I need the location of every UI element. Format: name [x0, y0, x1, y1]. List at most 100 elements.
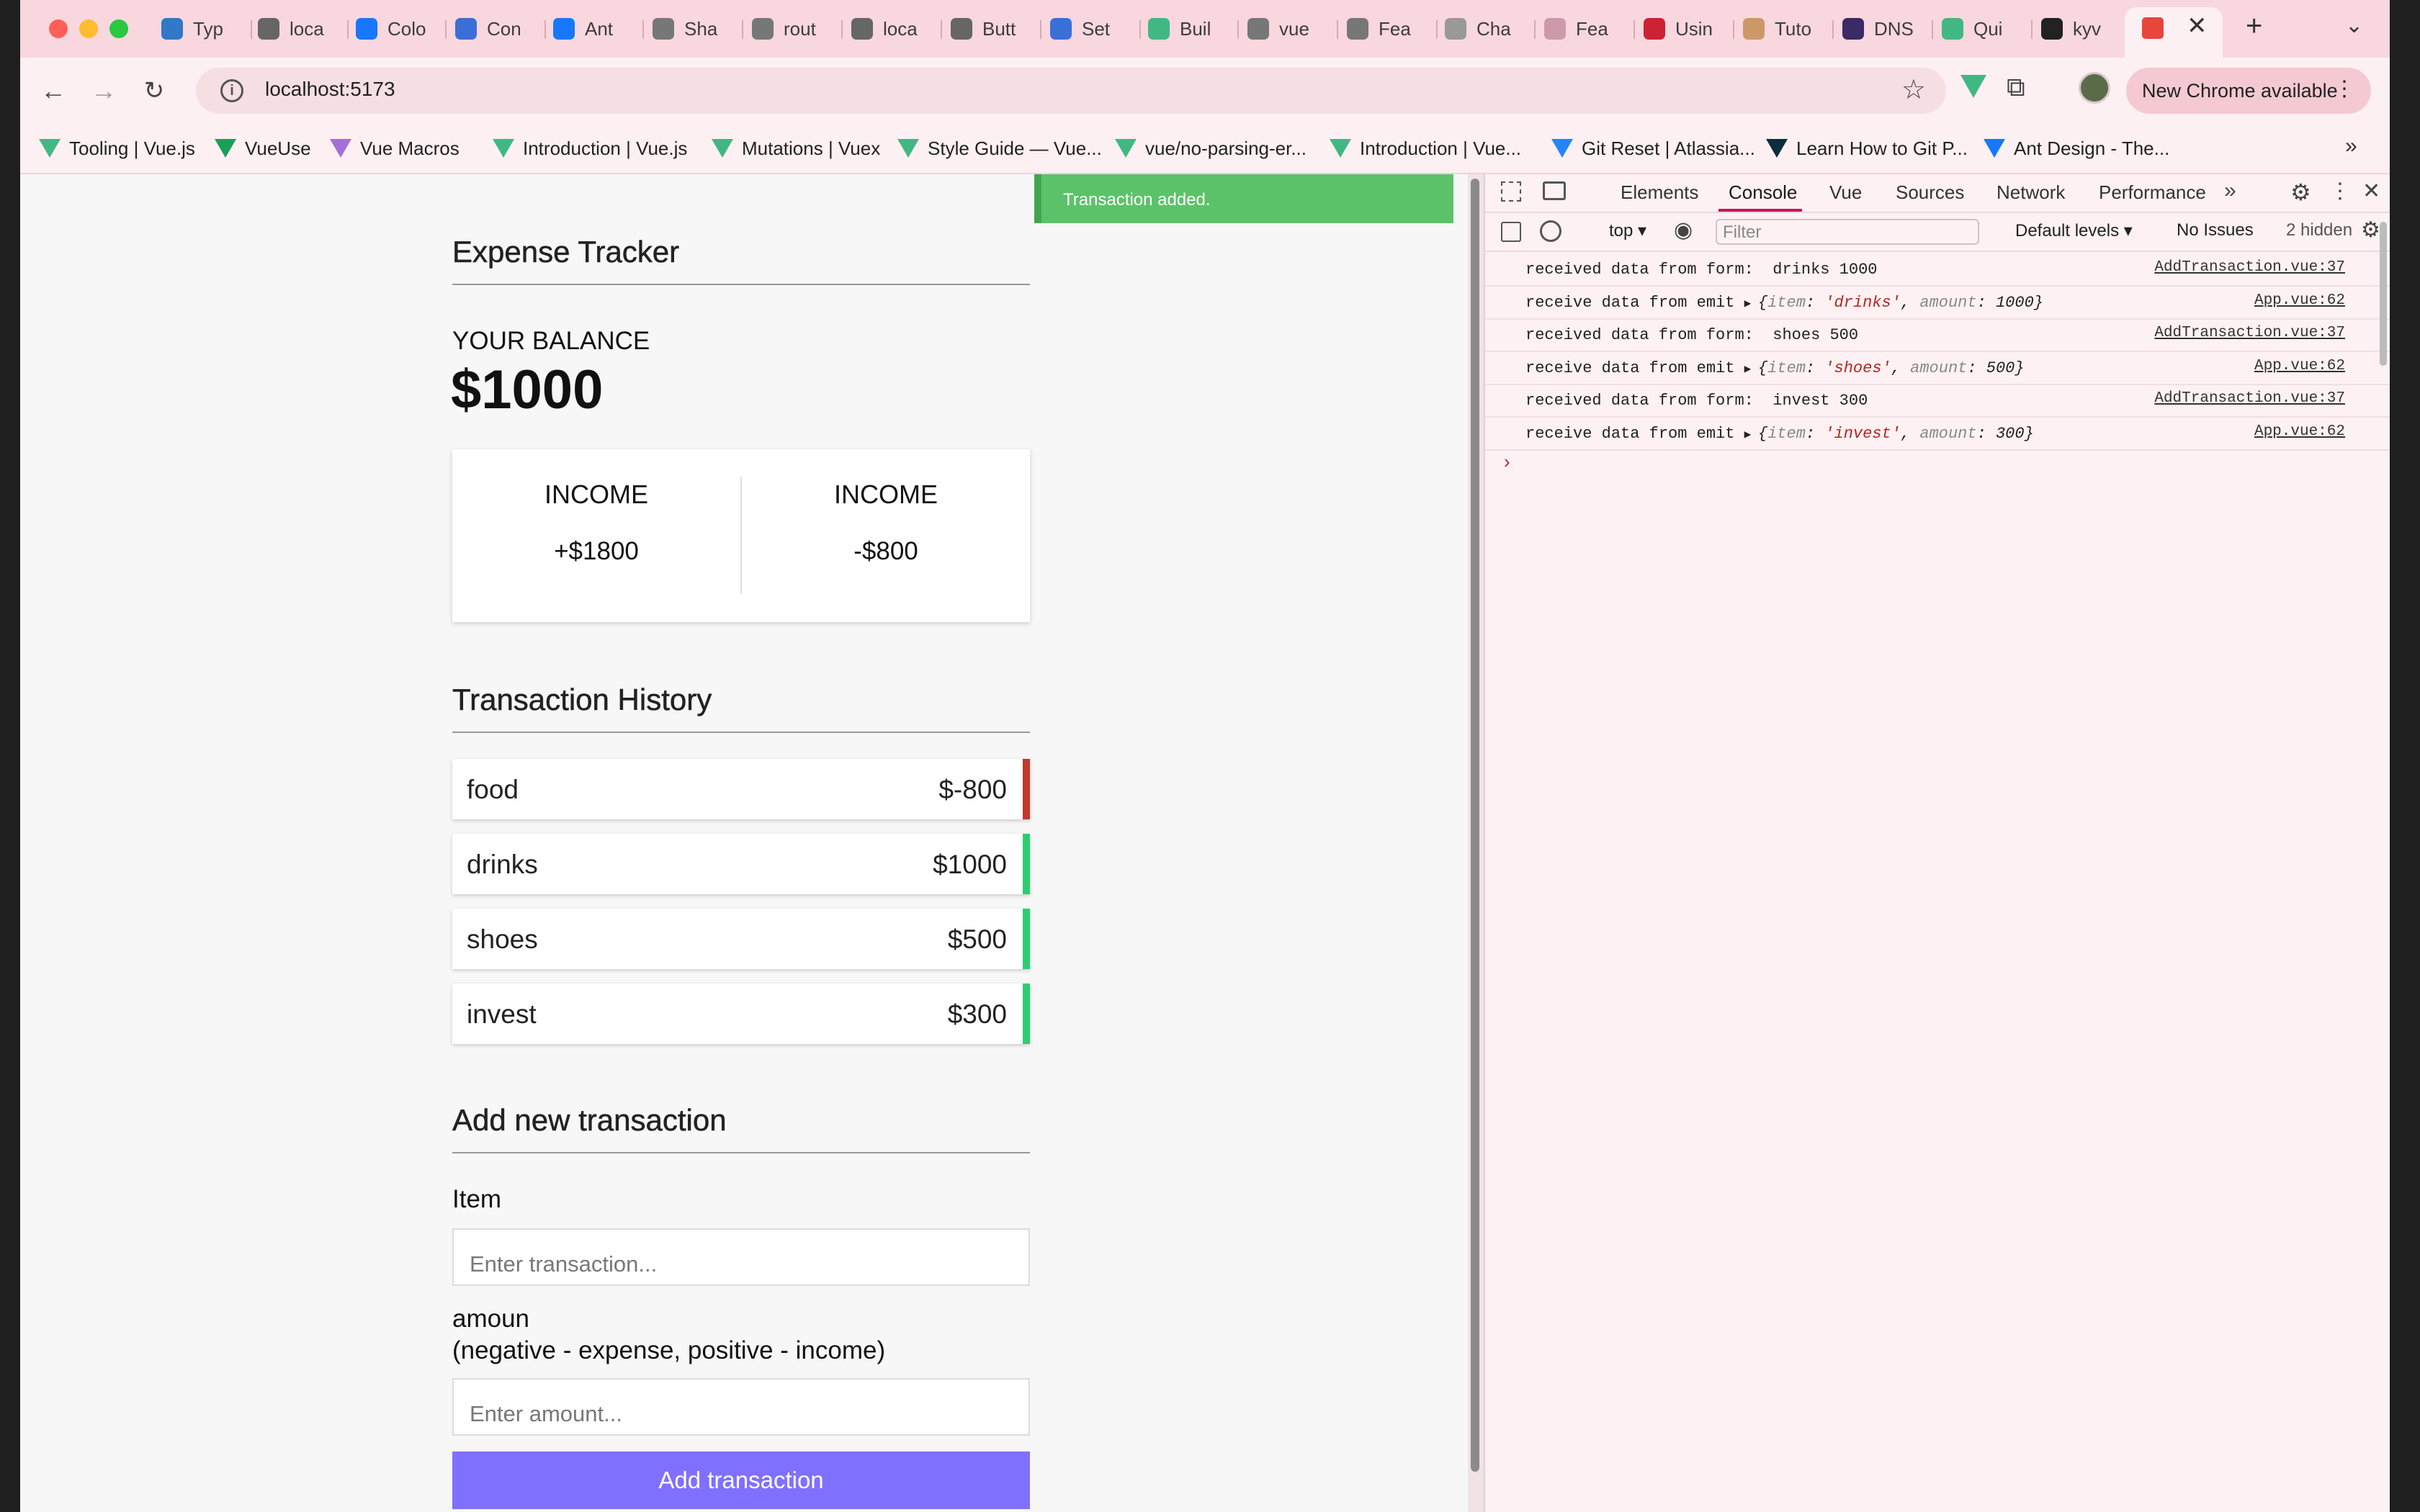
devtools-tab-network[interactable]: Network — [1996, 181, 2065, 204]
browser-tab[interactable]: kyv — [2041, 10, 2125, 48]
close-tab-icon[interactable]: ✕ — [2187, 12, 2208, 40]
console-object[interactable]: {item: 'drinks', amount: 1000} — [1758, 294, 2043, 312]
browser-tab[interactable]: Qui — [1942, 10, 2025, 48]
console-object[interactable]: {item: 'shoes', amount: 500} — [1758, 359, 2025, 377]
browser-tab[interactable]: Fea — [1347, 10, 1430, 48]
devtools-scrollbar-thumb[interactable] — [2380, 222, 2387, 366]
console-filter-input[interactable]: Filter — [1716, 219, 1979, 245]
browser-tab[interactable]: rout — [752, 10, 835, 48]
bookmark-item[interactable]: Learn How to Git P... — [1766, 134, 1968, 163]
active-tab[interactable]: ✕ — [2125, 7, 2223, 58]
browser-tab[interactable]: Fea — [1544, 10, 1628, 48]
transaction-item[interactable]: drinks $1000 — [452, 834, 1030, 894]
bookmark-item[interactable]: VueUse — [215, 134, 311, 163]
console-source-link[interactable]: AddTransaction.vue:37 — [2154, 259, 2345, 276]
browser-tab[interactable]: Colo — [356, 10, 439, 48]
new-tab-button[interactable]: + — [2246, 10, 2262, 42]
vue-icon — [1247, 18, 1269, 40]
forward-button[interactable]: → — [85, 72, 122, 109]
inspect-element-icon[interactable] — [1501, 181, 1521, 202]
vue-devtools-extension-icon[interactable] — [1960, 75, 1986, 98]
console-object[interactable]: {item: 'invest', amount: 300} — [1758, 425, 2034, 443]
browser-tab[interactable]: Typ — [161, 10, 245, 48]
devtools-tab-elements[interactable]: Elements — [1621, 181, 1698, 204]
bookmark-item[interactable]: Mutations | Vuex — [712, 134, 880, 163]
bookmark-item[interactable]: Introduction | Vue.js — [493, 134, 687, 163]
bookmark-item[interactable]: Vue Macros — [330, 134, 460, 163]
more-tabs-chevron-icon[interactable]: » — [2224, 179, 2236, 203]
address-bar[interactable]: i localhost:5173 ☆ — [196, 68, 1946, 114]
bookmark-item[interactable]: Introduction | Vue... — [1330, 134, 1521, 163]
console-source-link[interactable]: AddTransaction.vue:37 — [2154, 325, 2345, 341]
expand-triangle-icon[interactable]: ▶ — [1744, 297, 1758, 310]
kebab-menu-icon[interactable]: ⋮ — [2334, 76, 2355, 102]
transaction-item[interactable]: food $-800 — [452, 759, 1030, 819]
address-url[interactable]: localhost:5173 — [265, 78, 395, 101]
console-source-link[interactable]: App.vue:62 — [2254, 423, 2345, 440]
browser-tab[interactable]: Con — [455, 10, 539, 48]
browser-tab[interactable]: Usin — [1644, 10, 1727, 48]
context-selector[interactable]: top ▾ — [1609, 220, 1646, 241]
console-source-link[interactable]: AddTransaction.vue:37 — [2154, 390, 2345, 407]
devtools-tab-sources[interactable]: Sources — [1896, 181, 1964, 204]
devtools-tab-vue[interactable]: Vue — [1829, 181, 1862, 204]
maximize-window-button[interactable] — [109, 19, 128, 38]
close-window-button[interactable] — [49, 19, 68, 38]
browser-tab[interactable]: Ant — [553, 10, 637, 48]
item-input[interactable] — [452, 1228, 1030, 1286]
browser-tab[interactable]: DNS — [1842, 10, 1926, 48]
browser-tab[interactable]: Set — [1050, 10, 1134, 48]
reload-button[interactable]: ↻ — [135, 72, 173, 109]
devtools-settings-gear-icon[interactable]: ⚙ — [2290, 179, 2311, 206]
devtools-tab-console[interactable]: Console — [1729, 181, 1797, 204]
devtools-scrollbar[interactable] — [2375, 212, 2390, 1512]
transaction-item[interactable]: shoes $500 — [452, 909, 1030, 969]
transaction-item[interactable]: invest $300 — [452, 984, 1030, 1044]
bookmark-item[interactable]: Tooling | Vue.js — [39, 134, 195, 163]
site-info-icon[interactable]: i — [220, 79, 243, 102]
expand-triangle-icon[interactable]: ▶ — [1744, 363, 1758, 376]
log-levels-dropdown[interactable]: Default levels ▾ — [2015, 220, 2133, 241]
object-amount-value: 500 — [1986, 359, 2015, 377]
amount-input[interactable] — [452, 1378, 1030, 1436]
sidebar-toggle-icon[interactable] — [1501, 222, 1521, 242]
new-chrome-available-button[interactable]: New Chrome available ⋮ — [2126, 68, 2371, 114]
bookmark-item[interactable]: Style Guide — Vue... — [897, 134, 1102, 163]
browser-tab[interactable]: Sha — [653, 10, 736, 48]
browser-tab[interactable]: loca — [258, 10, 341, 48]
tab-search-chevron-icon[interactable]: ⌄ — [2345, 13, 2363, 38]
browser-tab[interactable]: loca — [851, 10, 935, 48]
clear-console-icon[interactable] — [1540, 220, 1561, 242]
browser-tab[interactable]: Tuto — [1743, 10, 1827, 48]
add-transaction-button[interactable]: Add transaction — [452, 1452, 1030, 1509]
browser-tab[interactable]: Cha — [1445, 10, 1528, 48]
bookmark-item[interactable]: vue/no-parsing-er... — [1115, 134, 1307, 163]
devtools-tab-performance[interactable]: Performance — [2099, 181, 2206, 204]
back-button[interactable]: ← — [35, 72, 72, 109]
extensions-puzzle-icon[interactable]: ⧉ — [2007, 72, 2025, 103]
tab-separator — [742, 20, 743, 39]
console-source-link[interactable]: App.vue:62 — [2254, 292, 2345, 309]
minimize-window-button[interactable] — [79, 19, 98, 38]
console-prompt-chevron-icon[interactable]: › — [1504, 451, 1510, 473]
profile-avatar[interactable] — [2079, 72, 2110, 104]
console-log-entry: receive data from emit ▶ {item: 'drinks'… — [1485, 287, 2390, 320]
page-scrollbar[interactable] — [1468, 174, 1484, 1512]
browser-tab[interactable]: vue — [1247, 10, 1331, 48]
bookmark-item[interactable]: Git Reset | Atlassia... — [1551, 134, 1755, 163]
more-bookmarks-chevron-icon[interactable]: » — [2345, 134, 2357, 158]
device-toggle-icon[interactable] — [1543, 181, 1566, 200]
live-expression-eye-icon[interactable]: ◉ — [1674, 217, 1693, 243]
devtools-kebab-icon[interactable]: ⋮ — [2329, 179, 2351, 204]
page-scrollbar-thumb[interactable] — [1471, 179, 1479, 1472]
browser-tab[interactable]: Butt — [951, 10, 1034, 48]
expand-triangle-icon[interactable]: ▶ — [1744, 428, 1758, 441]
gear-icon — [455, 18, 477, 40]
browser-tab[interactable]: Buil — [1148, 10, 1232, 48]
devtools-close-icon[interactable]: ✕ — [2362, 179, 2380, 204]
issues-badge[interactable]: No Issues — [2177, 220, 2254, 240]
bookmark-item[interactable]: Ant Design - The... — [1984, 134, 2169, 163]
console-log-entry: receive data from emit ▶ {item: 'shoes',… — [1485, 352, 2390, 385]
console-source-link[interactable]: App.vue:62 — [2254, 358, 2345, 374]
bookmark-star-icon[interactable]: ☆ — [1901, 73, 1926, 106]
